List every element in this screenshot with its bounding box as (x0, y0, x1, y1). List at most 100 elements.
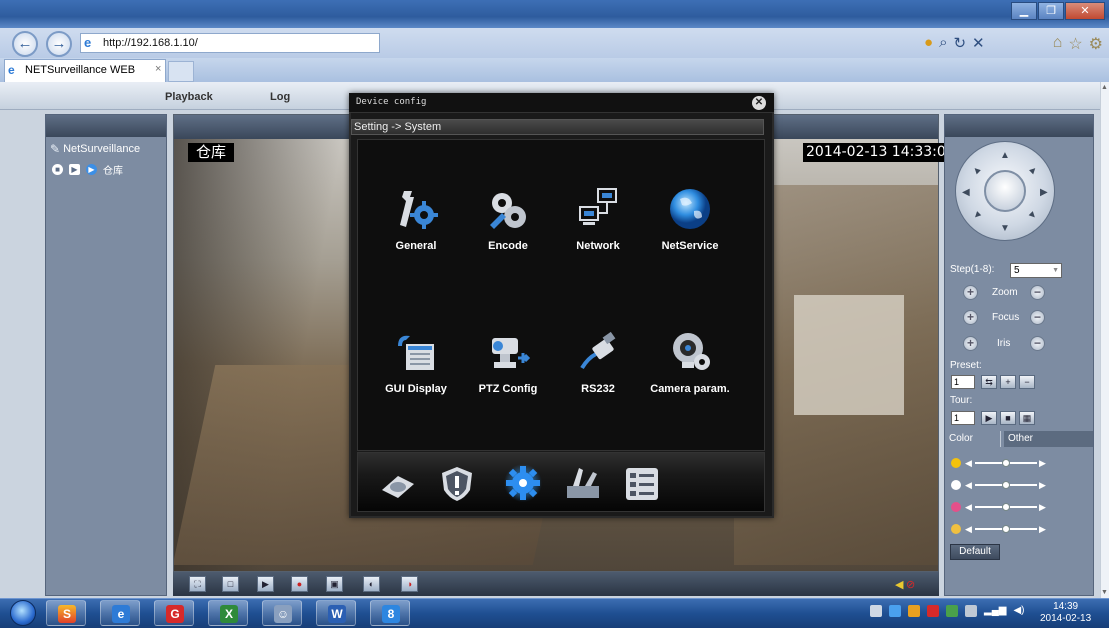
tray-app-icon[interactable] (889, 605, 901, 617)
taskbar-excel[interactable]: X (208, 600, 248, 626)
tray-volume-icon[interactable]: ◀) (1013, 605, 1024, 617)
config-rs232[interactable]: RS232 (550, 328, 646, 395)
config-ptz[interactable]: PTZ Config (460, 328, 556, 395)
record-start-icon[interactable]: ▶ (257, 576, 274, 592)
hue-decrease-icon[interactable]: ◀ (965, 524, 973, 535)
tray-signal-icon[interactable]: ▂▄▆ (984, 605, 1006, 617)
contrast-track[interactable] (975, 481, 1037, 489)
menu-log[interactable]: Log (270, 91, 290, 103)
tour-input[interactable]: 1 (951, 411, 975, 425)
start-button[interactable] (10, 600, 36, 626)
config-network[interactable]: Network (550, 185, 646, 252)
new-tab-button[interactable] (168, 61, 194, 82)
taskbar-app-5[interactable]: ☺ (262, 600, 302, 626)
search-icon[interactable]: ⌕ (939, 34, 947, 52)
ptz-down-icon[interactable]: ▼ (1000, 223, 1010, 234)
config-netservice[interactable]: NetService (642, 185, 738, 252)
saturation-decrease-icon[interactable]: ◀ (965, 502, 973, 513)
brightness-track[interactable] (975, 459, 1037, 467)
favorites-star-icon[interactable]: ☆ (1068, 34, 1082, 54)
info-list-icon[interactable] (622, 464, 662, 504)
close-window-button[interactable]: ✕ (1065, 2, 1105, 20)
record-disk-icon[interactable] (378, 466, 418, 506)
device-node[interactable]: ✎ NetSurveillance (50, 142, 140, 156)
talk-stop-icon[interactable]: ◑ (401, 576, 418, 592)
system-gear-icon[interactable] (503, 463, 543, 503)
talk-icon[interactable]: ◐ (363, 576, 380, 592)
taskbar-app-7[interactable]: 8 (370, 600, 410, 626)
tour-grid-button[interactable]: ▦ (1019, 411, 1035, 425)
ptz-left-icon[interactable]: ◀ (962, 187, 970, 198)
stop-icon[interactable]: ✕ (972, 34, 985, 52)
forward-button[interactable]: → (46, 31, 72, 57)
zoom-out-button[interactable]: − (1030, 285, 1045, 300)
taskbar-ie[interactable]: e (100, 600, 140, 626)
saturation-track[interactable] (975, 503, 1037, 511)
tab-other[interactable]: Other (1004, 431, 1093, 447)
slider-contrast[interactable]: ◀ ▶ (951, 479, 1047, 491)
stop-channel-icon[interactable]: ■ (52, 164, 63, 175)
focus-near-button[interactable]: + (963, 310, 978, 325)
slider-saturation[interactable]: ◀ ▶ (951, 501, 1047, 513)
taskbar-app-3[interactable]: G (154, 600, 194, 626)
step-select[interactable]: 5 ▼ (1010, 263, 1062, 278)
snapshot-icon[interactable]: ▣ (326, 576, 343, 592)
iris-close-button[interactable]: − (1030, 336, 1045, 351)
preset-remove-button[interactable]: − (1019, 375, 1035, 389)
hue-knob[interactable] (1002, 525, 1010, 533)
config-general[interactable]: General (368, 185, 464, 252)
url-input[interactable]: http://192.168.1.10/ (80, 33, 380, 53)
tools-icon[interactable] (563, 462, 603, 502)
zoom-in-button[interactable]: + (963, 285, 978, 300)
home-icon[interactable]: ⌂ (1053, 34, 1063, 54)
tray-network-icon[interactable] (965, 605, 977, 617)
brightness-increase-icon[interactable]: ▶ (1039, 458, 1047, 469)
alarm-shield-icon[interactable] (437, 464, 477, 504)
menu-playback[interactable]: Playback (165, 91, 213, 103)
tab-color[interactable]: Color (945, 431, 1001, 447)
settings-gear-icon[interactable]: ⚙ (1089, 34, 1103, 54)
fullscreen-icon[interactable]: ⛶ (189, 576, 206, 592)
slider-hue[interactable]: ◀ ▶ (951, 523, 1047, 535)
ptz-center-button[interactable] (984, 170, 1026, 212)
channel-node[interactable]: ■ ▶ ▶ 仓库 (52, 162, 123, 177)
play-channel-icon[interactable]: ▶ (86, 164, 97, 175)
brightness-knob[interactable] (1002, 459, 1010, 467)
default-button[interactable]: Default (950, 544, 1000, 560)
config-camera-param[interactable]: Camera param. (642, 328, 738, 395)
taskbar-app-1[interactable]: S (46, 600, 86, 626)
single-view-icon[interactable]: □ (222, 576, 239, 592)
record-channel-icon[interactable]: ▶ (69, 164, 80, 175)
ptz-up-icon[interactable]: ▲ (1000, 150, 1010, 161)
scroll-up-icon[interactable]: ▲ (1101, 84, 1108, 91)
compat-icon[interactable]: ● (924, 34, 933, 52)
back-button[interactable]: ← (12, 31, 38, 57)
saturation-increase-icon[interactable]: ▶ (1039, 502, 1047, 513)
preset-input[interactable]: 1 (951, 375, 975, 389)
hue-track[interactable] (975, 525, 1037, 533)
tour-stop-button[interactable]: ■ (1000, 411, 1016, 425)
mute-icon[interactable]: ⊘ (906, 578, 915, 591)
restore-button[interactable]: ❐ (1038, 2, 1064, 20)
tray-monitor-icon[interactable] (870, 605, 882, 617)
tab-close-icon[interactable]: × (155, 63, 161, 75)
dialog-close-icon[interactable]: ✕ (752, 96, 766, 110)
preset-goto-button[interactable]: ⇆ (981, 375, 997, 389)
browser-tab[interactable]: NETSurveillance WEB (4, 59, 166, 82)
tray-red-icon[interactable] (927, 605, 939, 617)
config-encode[interactable]: Encode (460, 185, 556, 252)
taskbar-clock[interactable]: 14:39 2014-02-13 (1040, 601, 1091, 625)
slider-brightness[interactable]: ◀ ▶ (951, 457, 1047, 469)
brightness-decrease-icon[interactable]: ◀ (965, 458, 973, 469)
contrast-increase-icon[interactable]: ▶ (1039, 480, 1047, 491)
taskbar-word[interactable]: W (316, 600, 356, 626)
hue-increase-icon[interactable]: ▶ (1039, 524, 1047, 535)
contrast-knob[interactable] (1002, 481, 1010, 489)
ptz-right-icon[interactable]: ▶ (1040, 187, 1048, 198)
preset-add-button[interactable]: + (1000, 375, 1016, 389)
config-gui-display[interactable]: GUI Display (368, 328, 464, 395)
tour-play-button[interactable]: ▶ (981, 411, 997, 425)
minimize-button[interactable]: ▁ (1011, 2, 1037, 20)
contrast-decrease-icon[interactable]: ◀ (965, 480, 973, 491)
saturation-knob[interactable] (1002, 503, 1010, 511)
